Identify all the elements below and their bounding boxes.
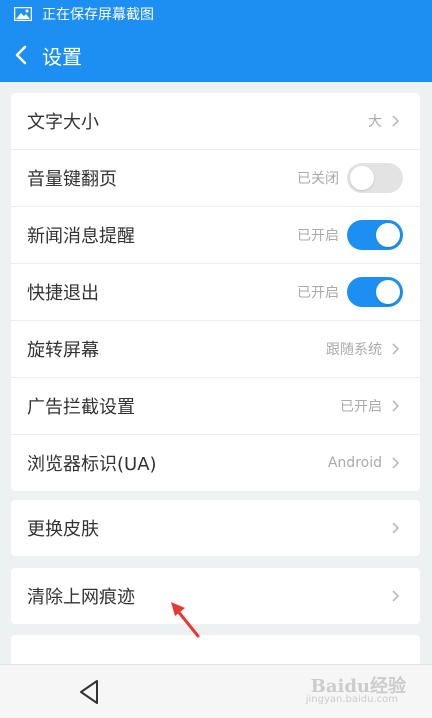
toggle-knob [376,223,400,247]
setting-label: 音量键翻页 [27,169,117,190]
chevron-right-icon [392,457,400,469]
settings-group-skin: 更换皮肤 [11,500,420,556]
toggle-knob [350,166,374,190]
setting-change-skin[interactable]: 更换皮肤 [11,500,420,556]
setting-value: 已开启 [297,228,339,244]
back-button[interactable] [14,43,34,67]
setting-value: 跟随系统 [326,342,382,358]
image-icon [14,7,32,21]
toggle-knob [376,280,400,304]
setting-user-agent[interactable]: 浏览器标识(UA) Android [11,435,420,491]
nav-back-triangle-icon[interactable] [78,679,100,705]
setting-value: 已开启 [297,285,339,301]
watermark-url: jingyan.baidu.com [305,694,398,705]
setting-label: 快捷退出 [27,283,99,304]
setting-label: 浏览器标识(UA) [27,454,157,475]
setting-news-notification[interactable]: 新闻消息提醒 已开启 [11,207,420,264]
settings-group-more [11,635,420,664]
page-title: 设置 [42,44,82,69]
setting-label: 旋转屏幕 [27,340,99,361]
chevron-right-icon [392,343,400,355]
settings-group-general: 文字大小 大 音量键翻页 已关闭 新闻消息提醒 已开启 快捷退出 已开启 旋转屏… [11,93,420,491]
chevron-right-icon [392,590,400,602]
setting-label: 清除上网痕迹 [27,587,135,608]
setting-value: 已开启 [340,399,382,415]
setting-value: 已关闭 [297,171,339,187]
status-text: 正在保存屏幕截图 [42,7,154,23]
annotation-arrow-icon [171,602,200,638]
setting-value: Android [327,455,382,471]
setting-ad-block[interactable]: 广告拦截设置 已开启 [11,378,420,435]
toggle-switch[interactable] [347,220,403,250]
setting-label: 新闻消息提醒 [27,226,135,247]
setting-label: 广告拦截设置 [27,397,135,418]
settings-group-history: 清除上网痕迹 [11,568,420,624]
chevron-right-icon [392,522,400,534]
setting-value: 大 [368,114,382,130]
toggle-switch[interactable] [347,163,403,193]
chevron-right-icon [392,400,400,412]
setting-volume-page-turn[interactable]: 音量键翻页 已关闭 [11,150,420,207]
app-header: 设置 [0,28,432,82]
setting-rotate-screen[interactable]: 旋转屏幕 跟随系统 [11,321,420,378]
toggle-switch[interactable] [347,277,403,307]
chevron-right-icon [392,115,400,127]
setting-quick-exit[interactable]: 快捷退出 已开启 [11,264,420,321]
setting-label: 文字大小 [27,112,99,133]
status-bar: 正在保存屏幕截图 [0,0,432,28]
setting-clear-history[interactable]: 清除上网痕迹 [11,568,420,624]
setting-font-size[interactable]: 文字大小 大 [11,93,420,150]
setting-label: 更换皮肤 [27,519,99,540]
chevron-left-icon [15,45,27,65]
